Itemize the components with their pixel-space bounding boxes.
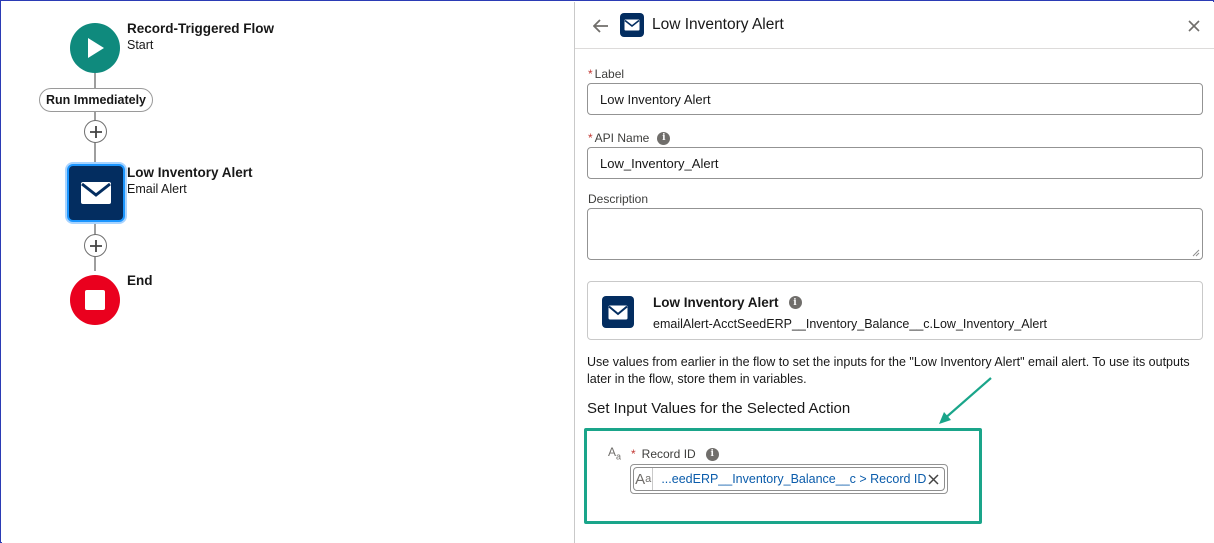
api-name-field-label: * API Name i (588, 131, 671, 145)
start-node-subtitle: Start (127, 38, 154, 52)
record-id-label-text: Record ID (641, 447, 696, 461)
panel-header: Low Inventory Alert (575, 2, 1214, 49)
close-icon (928, 473, 939, 485)
label-input[interactable]: Low Inventory Alert (587, 83, 1203, 115)
record-id-label: * Record ID i (631, 447, 719, 461)
description-textarea[interactable] (587, 208, 1203, 260)
properties-panel: Low Inventory Alert * Label Low Inventor… (574, 2, 1214, 543)
play-icon (88, 38, 104, 58)
email-icon (602, 296, 634, 328)
annotation-arrow-icon (939, 377, 992, 424)
help-text: Use values from earlier in the flow to s… (587, 355, 1190, 386)
resize-handle-icon[interactable] (1192, 249, 1200, 257)
stop-icon (85, 290, 105, 310)
back-button[interactable] (591, 16, 611, 36)
app-frame: Record-Triggered Flow Start Run Immediat… (0, 0, 1214, 543)
action-node-title: Low Inventory Alert (127, 165, 253, 180)
selected-action-card: Low Inventory Alert i emailAlert-AcctSee… (587, 281, 1203, 340)
start-node-title: Record-Triggered Flow (127, 21, 275, 36)
info-icon[interactable]: i (788, 296, 802, 309)
email-alert-node[interactable] (67, 164, 125, 222)
api-name-input[interactable]: Low_Inventory_Alert (587, 147, 1203, 179)
add-element-button[interactable] (84, 120, 107, 143)
flow-canvas[interactable]: Record-Triggered Flow Start Run Immediat… (2, 2, 574, 543)
text-type-icon: Aa (608, 445, 622, 462)
record-id-resource-pill[interactable]: Aa ...eedERP__Inventory_Balance__c > Rec… (633, 467, 945, 491)
action-card-title: Low Inventory Alert i (653, 295, 802, 310)
label-field-label: * Label (588, 67, 624, 81)
arrow-left-icon (593, 19, 608, 33)
info-icon[interactable]: i (705, 447, 719, 461)
close-button[interactable] (1185, 17, 1203, 35)
record-id-value: ...eedERP__Inventory_Balance__c > Record… (661, 472, 927, 486)
email-icon (620, 13, 644, 37)
section-title: Set Input Values for the Selected Action (587, 400, 851, 417)
required-mark: * (588, 131, 593, 145)
plus-icon (89, 125, 102, 138)
action-card-api-name: emailAlert-AcctSeedERP__Inventory_Balanc… (653, 317, 1047, 331)
run-immediately-path[interactable]: Run Immediately (39, 88, 153, 112)
panel-title: Low Inventory Alert (652, 16, 784, 33)
info-icon[interactable]: i (657, 131, 671, 145)
add-element-button[interactable] (84, 234, 107, 257)
action-node-subtitle: Email Alert (127, 182, 187, 196)
end-node[interactable] (70, 275, 120, 325)
text-type-icon: Aa (634, 468, 654, 490)
connector-line (94, 72, 96, 89)
required-mark: * (588, 67, 593, 81)
required-mark: * (631, 447, 636, 461)
remove-pill-button[interactable] (926, 473, 940, 485)
api-name-label-text: API Name (594, 131, 650, 145)
description-field-label: Description (588, 192, 649, 206)
record-id-input[interactable]: Aa ...eedERP__Inventory_Balance__c > Rec… (630, 464, 948, 494)
email-icon (81, 182, 111, 204)
action-card-title-text: Low Inventory Alert (653, 295, 779, 310)
close-icon (1188, 20, 1200, 32)
label-text: Label (594, 67, 625, 81)
plus-icon (89, 239, 102, 252)
end-node-title: End (127, 273, 153, 288)
start-node[interactable] (70, 23, 120, 73)
